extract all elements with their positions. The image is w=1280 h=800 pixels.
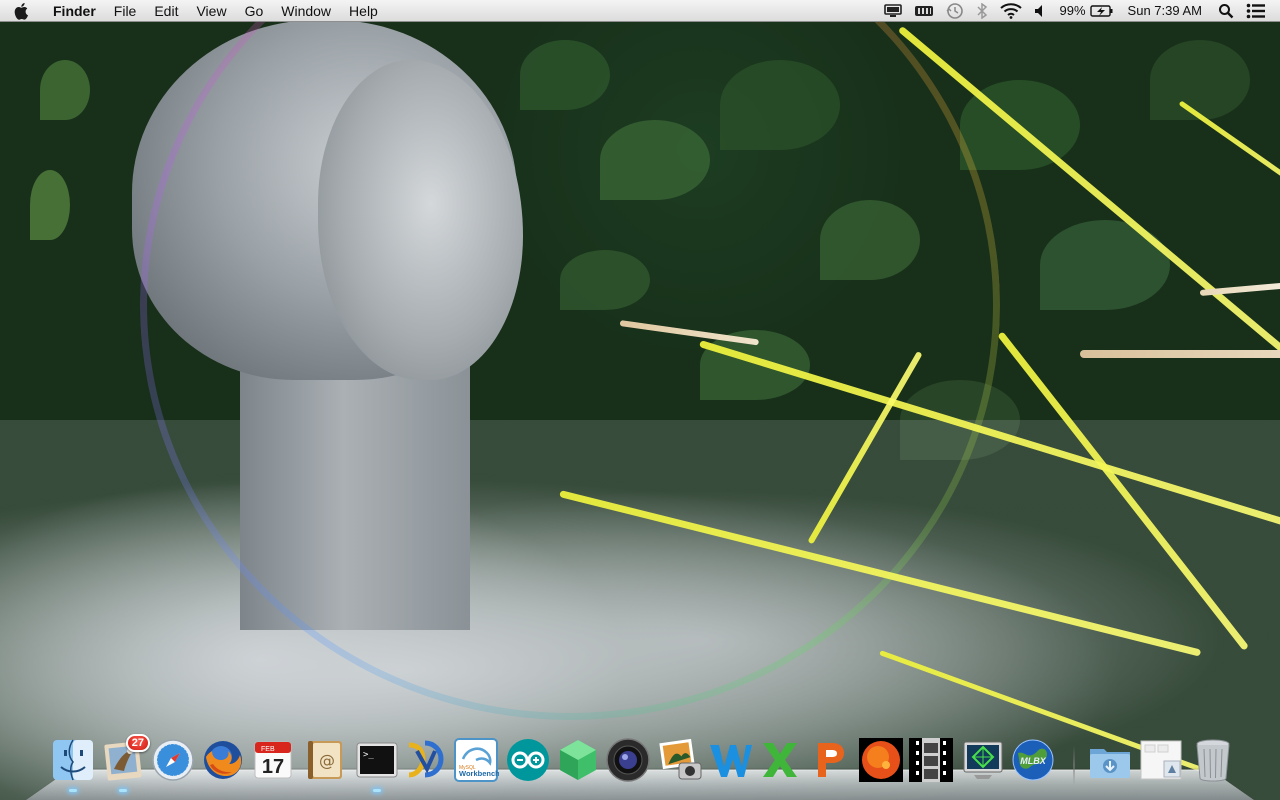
workbench-label: Workbench: [459, 769, 499, 778]
cube-icon: [555, 737, 601, 783]
mysql-workbench-icon: MySQL Workbench: [453, 737, 499, 783]
desktop-wallpaper: [0, 0, 1280, 800]
finder-icon: [50, 737, 96, 783]
menu-clock[interactable]: Sun 7:39 AM: [1120, 0, 1212, 22]
apple-icon[interactable]: [0, 0, 44, 22]
running-indicator: [119, 789, 127, 792]
dock-word[interactable]: [707, 737, 753, 783]
spotlight-search-icon[interactable]: [1212, 0, 1240, 22]
address-book-icon: @: [302, 737, 348, 783]
ftp-icon: [403, 737, 449, 783]
dock-downloads[interactable]: [1087, 737, 1133, 783]
menu-bar: Finder File Edit View Go Window Help 99%…: [0, 0, 1280, 22]
battery-charging-icon[interactable]: [1090, 0, 1120, 22]
dock-aperture[interactable]: [605, 737, 651, 783]
menu-bar-left: Finder File Edit View Go Window Help: [0, 0, 387, 22]
mlbx-label: MLBX: [1020, 756, 1046, 766]
bluetooth-icon[interactable]: [970, 0, 994, 22]
trash-icon: [1190, 737, 1236, 783]
menu-go[interactable]: Go: [236, 0, 273, 22]
svg-text:>_: >_: [363, 750, 374, 760]
safari-icon: [150, 737, 196, 783]
dock-arduino[interactable]: [505, 737, 551, 783]
dock: 27 FEB 17: [0, 737, 1280, 787]
powerpoint-icon: [808, 737, 854, 783]
menu-help[interactable]: Help: [340, 0, 387, 22]
dock-solar-viewer[interactable]: [858, 737, 904, 783]
arduino-icon: [505, 737, 551, 783]
menu-app-name[interactable]: Finder: [44, 0, 105, 22]
calendar-month: FEB: [261, 746, 275, 753]
calendar-icon: FEB 17: [250, 737, 296, 783]
menu-window[interactable]: Window: [272, 0, 340, 22]
dock-address-book[interactable]: @: [302, 737, 348, 783]
word-icon: [707, 737, 753, 783]
notification-center-icon[interactable]: [1240, 0, 1272, 22]
time-machine-icon[interactable]: [940, 0, 970, 22]
dock-documents[interactable]: [1138, 737, 1184, 783]
dock-fetch[interactable]: [403, 737, 449, 783]
dock-film-viewer[interactable]: [908, 737, 954, 783]
dock-sketchup[interactable]: [555, 737, 601, 783]
terminal-icon: >_: [354, 737, 400, 783]
svg-text:@: @: [319, 751, 335, 770]
dock-terminal[interactable]: >_: [354, 737, 400, 783]
menu-edit[interactable]: Edit: [145, 0, 187, 22]
dock-finder[interactable]: [50, 737, 96, 783]
dock-powerpoint[interactable]: [808, 737, 854, 783]
dock-ical[interactable]: FEB 17: [250, 737, 296, 783]
filmstrip-icon: [908, 737, 954, 783]
firefox-icon: [200, 737, 246, 783]
sun-icon: [858, 737, 904, 783]
dock-safari[interactable]: [150, 737, 196, 783]
lens-icon: [605, 737, 651, 783]
dock-mysql-workbench[interactable]: MySQL Workbench: [453, 737, 499, 783]
monitor-target-icon: [960, 737, 1006, 783]
display-icon[interactable]: [878, 0, 908, 22]
dock-excel[interactable]: [757, 737, 803, 783]
dock-trash[interactable]: [1190, 737, 1236, 783]
dock-mlbx[interactable]: MLBX: [1010, 737, 1056, 783]
battery-percentage[interactable]: 99%: [1056, 0, 1090, 22]
photo-icon: [657, 737, 703, 783]
dock-firefox[interactable]: [200, 737, 246, 783]
menu-bar-status: 99% Sun 7:39 AM: [878, 0, 1280, 22]
menu-view[interactable]: View: [187, 0, 235, 22]
menu-file[interactable]: File: [105, 0, 146, 22]
globe-icon: MLBX: [1010, 737, 1056, 783]
wifi-icon[interactable]: [994, 0, 1028, 22]
memory-icon[interactable]: [908, 0, 940, 22]
dock-mail[interactable]: 27: [100, 737, 146, 783]
documents-stack-icon: [1138, 737, 1184, 783]
mail-unread-badge: 27: [126, 734, 150, 752]
downloads-folder-icon: [1087, 737, 1133, 783]
running-indicator: [69, 789, 77, 792]
volume-icon[interactable]: [1028, 0, 1056, 22]
excel-icon: [757, 737, 803, 783]
running-indicator: [373, 789, 381, 792]
dock-iphoto[interactable]: [657, 737, 703, 783]
calendar-day: 17: [262, 756, 284, 778]
dock-network-utility[interactable]: [960, 737, 1006, 783]
